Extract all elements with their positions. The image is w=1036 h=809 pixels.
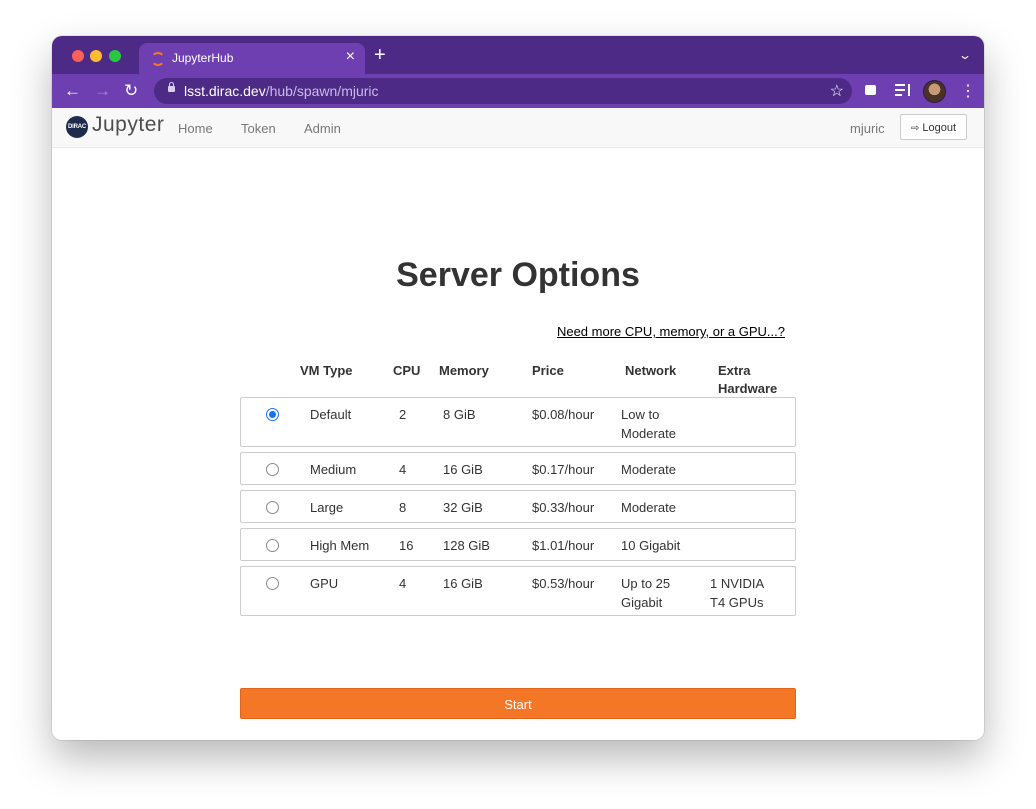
new-tab-button[interactable]: + [374, 44, 386, 67]
radio-large[interactable] [266, 501, 279, 514]
cell-memory: 128 GiB [443, 538, 490, 553]
cell-price: $0.08/hour [532, 407, 595, 422]
cell-network: Up to 25 Gigabit [621, 576, 671, 610]
reload-icon[interactable]: ↻ [124, 81, 138, 101]
minimize-window-button[interactable] [90, 50, 102, 62]
cell-vm-type: Default [310, 407, 352, 422]
cell-memory: 16 GiB [443, 462, 483, 477]
header-memory: Memory [439, 363, 489, 378]
bookmark-star-icon[interactable]: ☆ [830, 81, 844, 101]
cell-memory: 8 GiB [443, 407, 476, 422]
option-row-medium[interactable]: Medium 4 16 GiB $0.17/hour Moderate [240, 452, 796, 485]
url-host: lsst.dirac.dev [184, 83, 266, 99]
cell-memory: 16 GiB [443, 576, 483, 591]
lock-icon[interactable] [168, 82, 175, 92]
cell-price: $0.17/hour [532, 462, 595, 477]
header-cpu: CPU [393, 363, 421, 378]
cell-network: Moderate [621, 500, 676, 515]
nav-link-home[interactable]: Home [178, 121, 213, 136]
media-playlist-icon[interactable] [895, 84, 911, 96]
cell-network: 10 Gigabit [621, 538, 681, 553]
close-window-button[interactable] [72, 50, 84, 62]
cell-vm-type: High Mem [310, 538, 370, 553]
browser-toolbar: ← → ↻ lsst.dirac.dev/hub/spawn/mjuric ☆ … [52, 74, 984, 108]
option-row-high-mem[interactable]: High Mem 16 128 GiB $1.01/hour 10 Gigabi… [240, 528, 796, 561]
cell-vm-type: Medium [310, 462, 357, 477]
back-arrow-icon[interactable]: ← [64, 81, 81, 101]
radio-gpu[interactable] [266, 577, 279, 590]
extensions-puzzle-icon[interactable] [864, 82, 878, 96]
url-text[interactable]: lsst.dirac.dev/hub/spawn/mjuric [184, 83, 379, 99]
logout-button[interactable]: ⇨ Logout [900, 114, 967, 140]
option-row-large[interactable]: Large 8 32 GiB $0.33/hour Moderate [240, 490, 796, 523]
cell-network: Low to Moderate [621, 407, 676, 441]
maximize-window-button[interactable] [109, 50, 121, 62]
cell-network: Moderate [621, 462, 676, 477]
nav-link-token[interactable]: Token [241, 121, 276, 136]
cell-cpu: 16 [399, 538, 414, 553]
more-resources-link[interactable]: Need more CPU, memory, or a GPU...? [557, 324, 785, 339]
url-path: /hub/spawn/mjuric [265, 83, 379, 99]
jupyter-logo-text[interactable]: Jupyter [92, 113, 164, 137]
option-row-gpu[interactable]: GPU 4 16 GiB $0.53/hour Up to 25 Gigabit… [240, 566, 796, 616]
cell-cpu: 8 [399, 500, 407, 515]
username-label: mjuric [850, 121, 885, 136]
sign-out-icon: ⇨ [910, 123, 920, 134]
jupyter-favicon-icon [151, 52, 165, 66]
browser-window: JupyterHub × + ⌄ ← → ↻ lsst.dirac.dev/hu… [52, 36, 984, 740]
cell-cpu: 4 [399, 462, 407, 477]
browser-menu-icon[interactable]: ⋮ [960, 81, 976, 101]
nav-link-admin[interactable]: Admin [304, 121, 341, 136]
forward-arrow-icon[interactable]: → [94, 81, 111, 101]
page-title: Server Options [396, 256, 640, 294]
page-content: DIRAC Jupyter Home Token Admin mjuric ⇨ L… [52, 108, 984, 740]
cell-vm-type: GPU [310, 576, 339, 591]
header-network: Network [625, 363, 677, 378]
logout-label: Logout [922, 122, 957, 134]
dirac-logo-icon[interactable]: DIRAC [66, 116, 88, 138]
start-button[interactable]: Start [240, 688, 796, 719]
radio-default[interactable] [266, 408, 279, 421]
cell-memory: 32 GiB [443, 500, 483, 515]
cell-price: $0.53/hour [532, 576, 595, 591]
cell-extra-hardware: 1 NVIDIA T4 GPUs [710, 576, 764, 610]
radio-medium[interactable] [266, 463, 279, 476]
close-tab-icon[interactable]: × [346, 48, 355, 66]
cell-cpu: 4 [399, 576, 407, 591]
header-price: Price [532, 363, 564, 378]
option-row-default[interactable]: Default 2 8 GiB $0.08/hour Low to Modera… [240, 397, 796, 447]
tab-search-chevron-icon[interactable]: ⌄ [958, 48, 972, 62]
jupyterhub-navbar: DIRAC Jupyter Home Token Admin mjuric ⇨ L… [52, 108, 984, 148]
radio-high-mem[interactable] [266, 539, 279, 552]
address-bar[interactable]: lsst.dirac.dev/hub/spawn/mjuric ☆ [154, 78, 852, 104]
header-vm-type: VM Type [300, 363, 353, 378]
profile-avatar[interactable] [923, 80, 946, 103]
cell-price: $0.33/hour [532, 500, 595, 515]
tab-title: JupyterHub [172, 51, 234, 65]
header-extra-hardware: Extra Hardware [718, 363, 778, 396]
tab-jupyterhub[interactable]: JupyterHub × [139, 43, 365, 74]
cell-vm-type: Large [310, 500, 344, 515]
cell-cpu: 2 [399, 407, 407, 422]
tab-strip: JupyterHub × + ⌄ [52, 36, 984, 74]
cell-price: $1.01/hour [532, 538, 595, 553]
